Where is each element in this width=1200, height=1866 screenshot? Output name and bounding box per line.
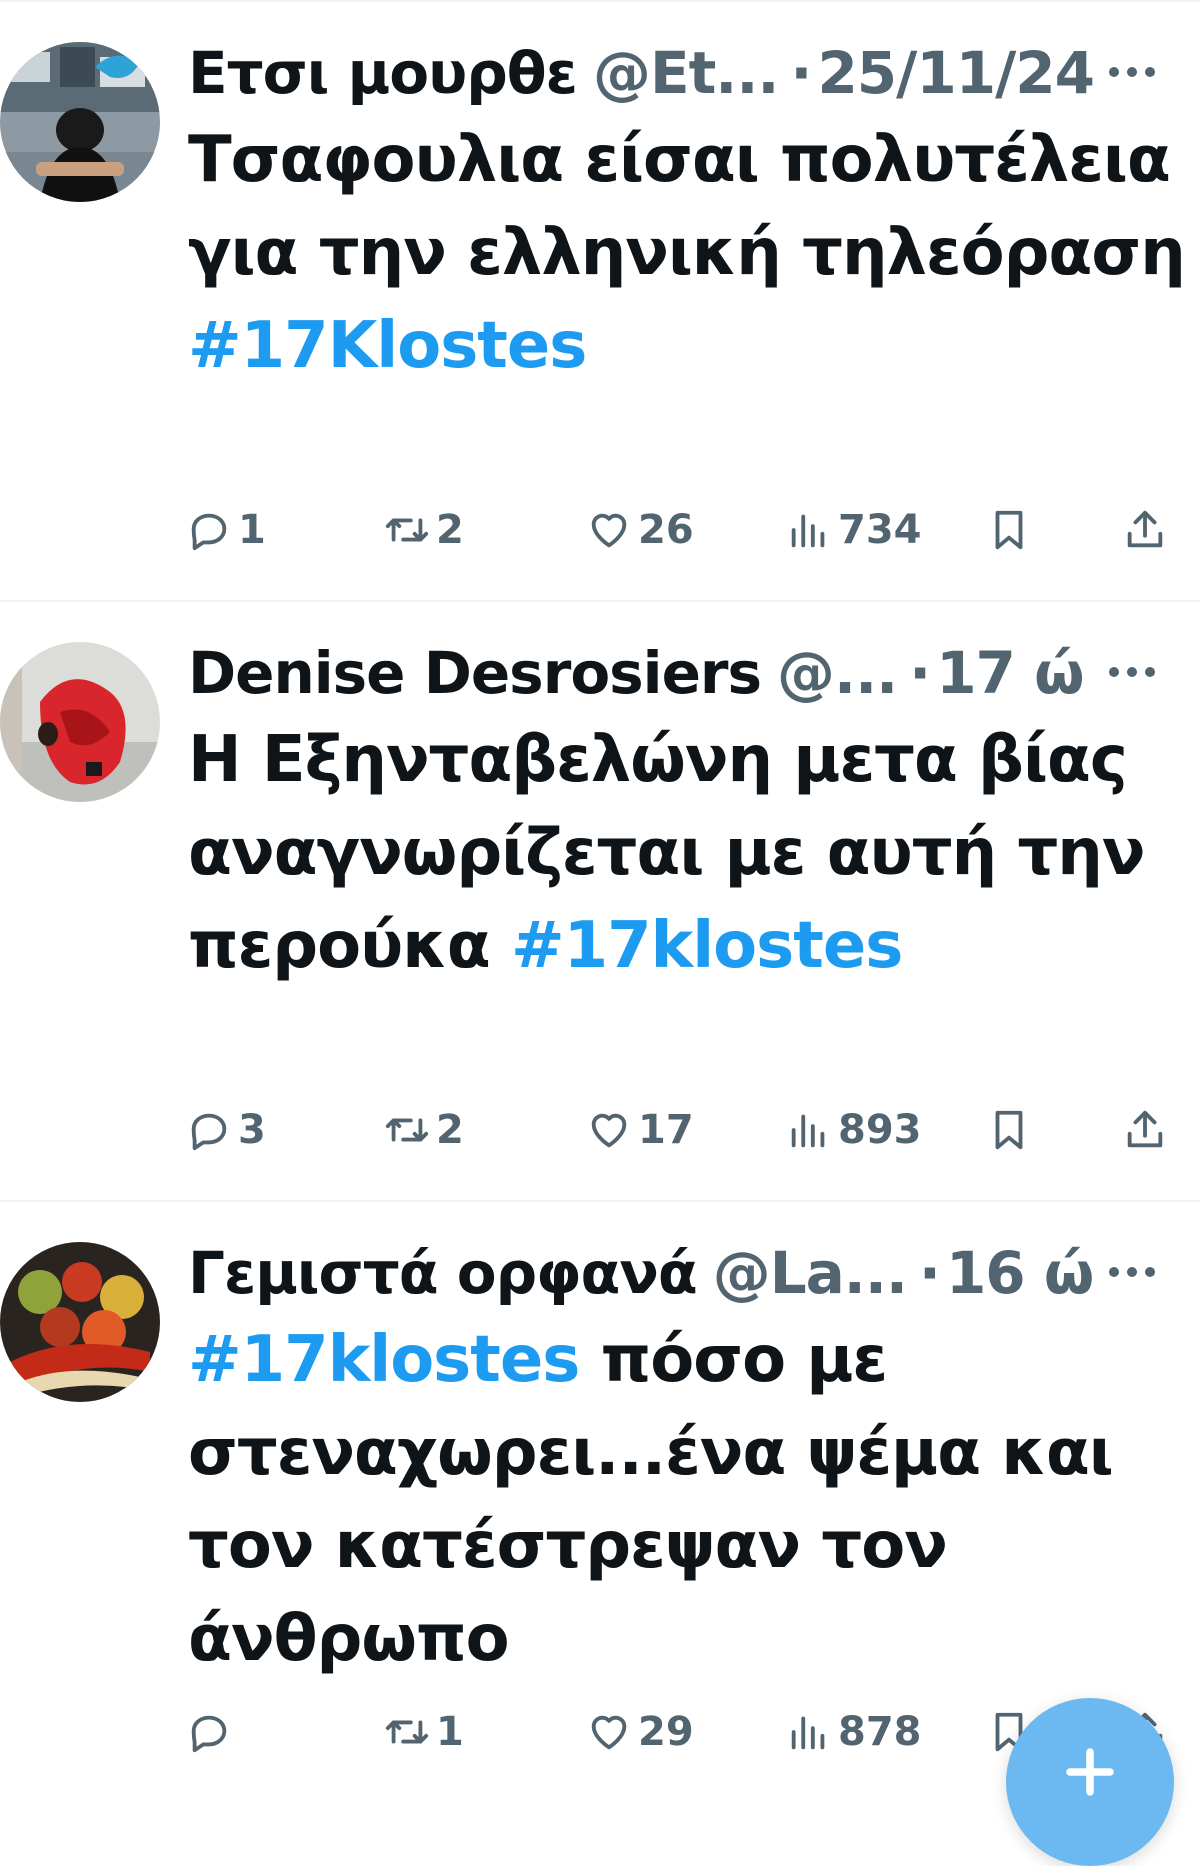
like-count: 17 (638, 1107, 694, 1153)
views-button[interactable]: 893 (786, 1100, 922, 1160)
tweet[interactable]: Γεμιστά ορφανά @La... · 16 ώ #17klostes … (0, 1202, 1200, 1802)
tweet-header: Ετσι μουρθε @Et... · 25/11/24 (188, 38, 1095, 108)
retweet-count: 1 (436, 1709, 464, 1755)
avatar[interactable] (0, 42, 160, 202)
tweet-text: #17klostes πόσο με στεναχωρει...ένα ψέμα… (188, 1314, 1188, 1686)
hashtag-link[interactable]: #17klostes (188, 1323, 580, 1397)
tweet[interactable]: Denise Desrosiers @... · 17 ώ Η Εξηνταβε… (0, 602, 1200, 1202)
compose-plus-icon (1066, 1748, 1114, 1796)
tweet-header: Γεμιστά ορφανά @La... · 16 ώ (188, 1238, 1094, 1308)
share-icon (1127, 510, 1163, 548)
like-count: 26 (638, 507, 694, 553)
like-button[interactable]: 29 (586, 1702, 694, 1762)
user-handle[interactable]: @La... (713, 1239, 908, 1307)
reply-count: 1 (238, 507, 266, 553)
timeline-feed: Ετσι μουρθε @Et... · 25/11/24 Τσαφουλια … (0, 0, 1200, 1802)
views-icon (791, 1716, 825, 1750)
views-count: 878 (838, 1709, 922, 1755)
reply-button[interactable]: 1 (186, 500, 266, 560)
views-count: 893 (838, 1107, 922, 1153)
more-icon[interactable] (1102, 652, 1162, 692)
tweet[interactable]: Ετσι μουρθε @Et... · 25/11/24 Τσαφουλια … (0, 2, 1200, 602)
reply-icon (191, 1715, 227, 1753)
timestamp[interactable]: 17 ώ (936, 639, 1084, 707)
compose-button[interactable] (1006, 1698, 1174, 1866)
avatar[interactable] (0, 1242, 160, 1402)
avatar[interactable] (0, 642, 160, 802)
like-icon (591, 1715, 627, 1750)
like-icon (591, 513, 627, 548)
hashtag-link[interactable]: #17klostes (511, 909, 903, 983)
bookmark-icon (995, 510, 1023, 550)
display-name[interactable]: Ετσι μουρθε (188, 39, 578, 107)
like-count: 29 (638, 1709, 694, 1755)
separator-dot: · (918, 1239, 941, 1307)
retweet-button[interactable]: 1 (384, 1702, 464, 1762)
separator-dot: · (909, 639, 931, 707)
bookmark-button[interactable] (986, 500, 1038, 560)
bookmark-button[interactable] (986, 1100, 1038, 1160)
retweet-icon (385, 1118, 429, 1142)
share-icon (1127, 1110, 1163, 1148)
separator-dot: · (790, 39, 812, 107)
display-name[interactable]: Γεμιστά ορφανά (188, 1239, 698, 1307)
share-button[interactable] (1122, 500, 1174, 560)
timestamp[interactable]: 16 ώ (946, 1239, 1094, 1307)
retweet-count: 2 (436, 1107, 464, 1153)
user-handle[interactable]: @Et... (593, 39, 779, 107)
views-button[interactable]: 878 (786, 1702, 922, 1762)
tweet-header: Denise Desrosiers @... · 17 ώ (188, 638, 1085, 708)
tweet-actions: 3 2 17 893 (186, 1100, 1170, 1160)
bookmark-icon (995, 1110, 1023, 1150)
retweet-icon (385, 518, 429, 542)
reply-button[interactable]: 3 (186, 1100, 266, 1160)
retweet-count: 2 (436, 507, 464, 553)
timestamp[interactable]: 25/11/24 (817, 39, 1095, 107)
retweet-icon (385, 1720, 429, 1744)
retweet-button[interactable]: 2 (384, 1100, 464, 1160)
tweet-actions: 1 2 26 734 (186, 500, 1170, 560)
like-button[interactable]: 26 (586, 500, 694, 560)
views-icon (791, 514, 825, 548)
share-button[interactable] (1122, 1100, 1174, 1160)
more-icon[interactable] (1102, 52, 1162, 92)
reply-count: 3 (238, 1107, 266, 1153)
views-button[interactable]: 734 (786, 500, 922, 560)
display-name[interactable]: Denise Desrosiers (188, 639, 762, 707)
reply-icon (191, 513, 227, 551)
user-handle[interactable]: @... (777, 639, 898, 707)
like-button[interactable]: 17 (586, 1100, 694, 1160)
tweet-text: Η Εξηνταβελώνη μετα βίας αναγνωρίζεται μ… (188, 714, 1188, 993)
views-count: 734 (838, 507, 922, 553)
like-icon (591, 1113, 627, 1148)
reply-button[interactable] (186, 1702, 238, 1762)
hashtag-link[interactable]: #17Klostes (188, 309, 587, 383)
reply-icon (191, 1113, 227, 1151)
tweet-text-before: Τσαφουλια είσαι πολυτέλεια για την ελλην… (188, 123, 1186, 290)
tweet-text: Τσαφουλια είσαι πολυτέλεια για την ελλην… (188, 114, 1188, 393)
views-icon (791, 1114, 825, 1148)
more-icon[interactable] (1102, 1252, 1162, 1292)
retweet-button[interactable]: 2 (384, 500, 464, 560)
